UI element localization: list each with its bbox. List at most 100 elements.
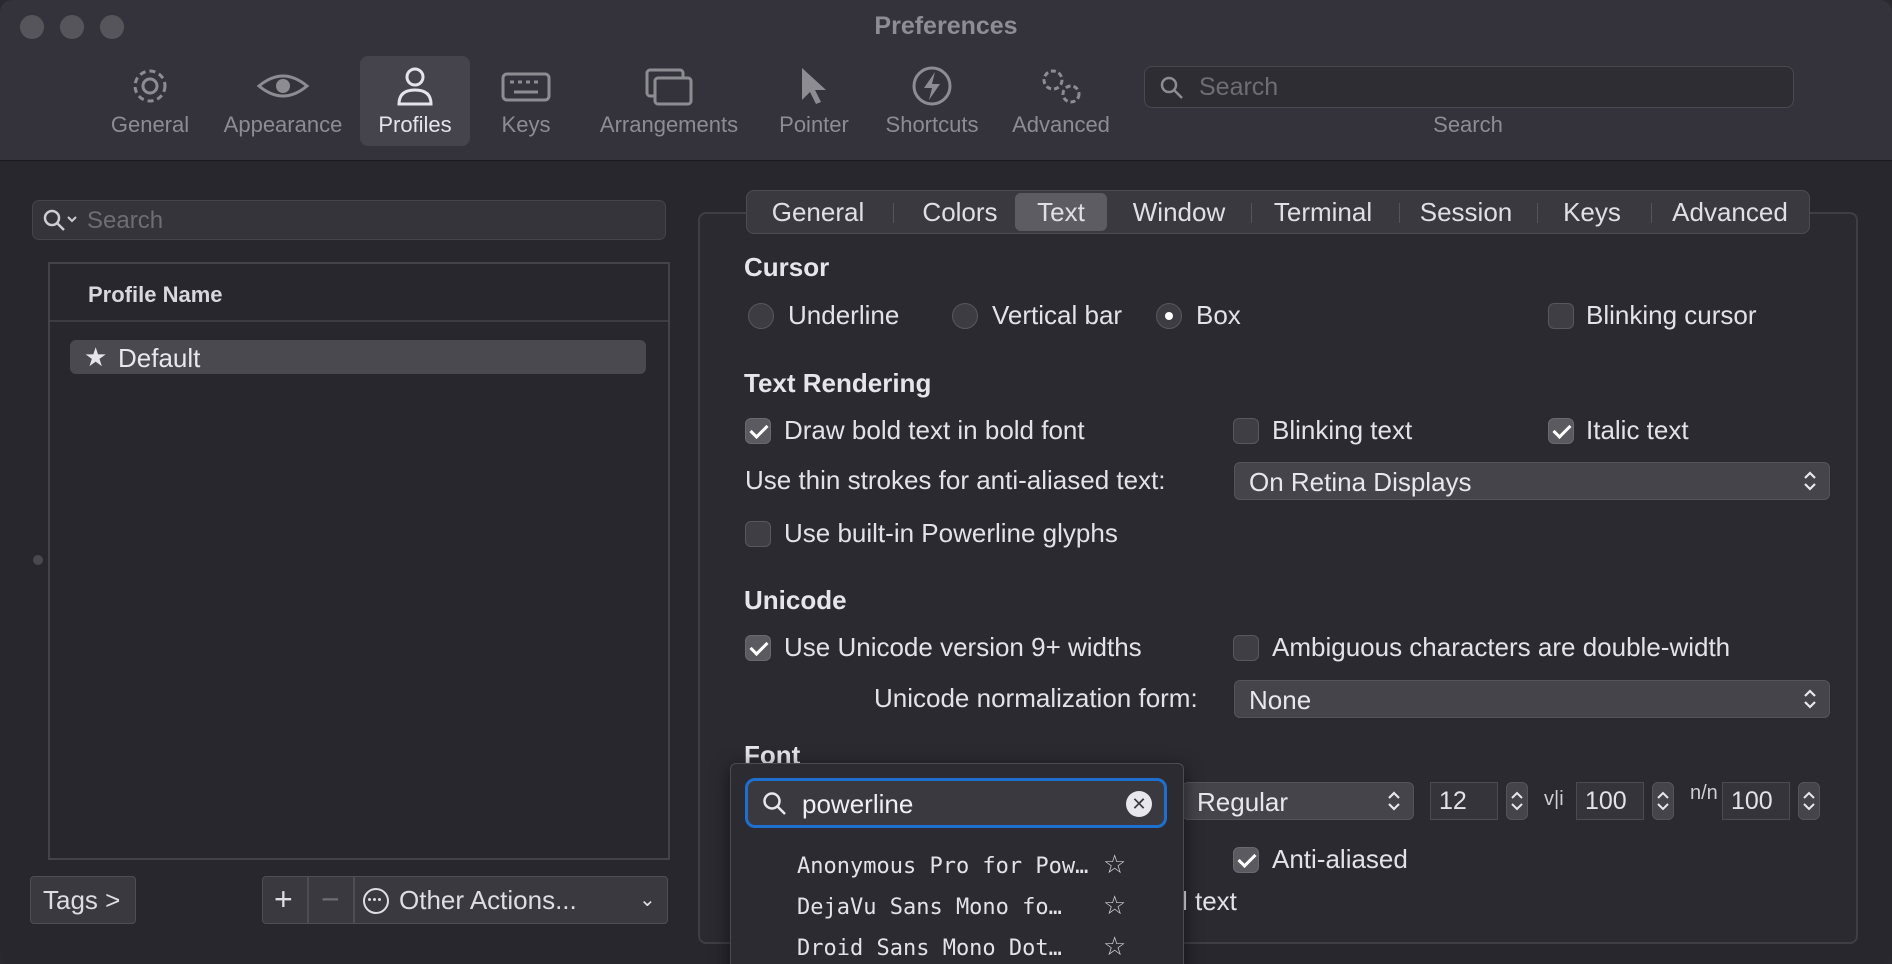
stepper-arrows-icon [1511, 791, 1523, 811]
cursor-box-radio[interactable] [1156, 303, 1182, 329]
ellipsis-circle-icon [363, 888, 389, 914]
splitter-handle[interactable] [33, 555, 43, 565]
toolbar-appearance[interactable]: Appearance [214, 56, 352, 146]
cursor-underline-label: Underline [788, 300, 900, 330]
toolbar-search-input[interactable] [1197, 71, 1781, 103]
add-icon: + [274, 881, 293, 917]
tab-window[interactable]: Window [1113, 191, 1245, 233]
font-search-input[interactable] [800, 787, 1104, 821]
clear-search-icon[interactable]: ✕ [1126, 791, 1152, 817]
font-result-item[interactable]: Droid Sans Mono Dot… ☆ [797, 928, 1177, 964]
profile-search-field[interactable] [32, 200, 666, 240]
profile-row-default[interactable]: ★ Default [70, 340, 646, 374]
font-size-stepper[interactable] [1506, 782, 1528, 820]
search-icon [763, 792, 786, 815]
cursor-underline-radio[interactable] [748, 303, 774, 329]
preferences-window: Preferences General Appearance Profiles … [0, 0, 1892, 964]
tags-button-label: Tags > [43, 885, 121, 915]
thin-strokes-popup[interactable]: On Retina Displays [1234, 462, 1830, 500]
toolbar-general-label: General [110, 112, 190, 137]
blinking-cursor-label: Blinking cursor [1586, 300, 1757, 330]
profile-name: Default [118, 343, 201, 373]
vertical-spacing-field[interactable]: 100 [1722, 782, 1790, 820]
star-icon: ★ [84, 342, 108, 372]
star-outline-icon[interactable]: ☆ [1103, 891, 1126, 921]
lightning-icon [912, 66, 952, 106]
keyboard-icon [501, 72, 551, 102]
settings-tab-bar: General Colors Text Window Terminal Sess… [746, 190, 1810, 234]
tags-button[interactable]: Tags > [30, 876, 136, 924]
tab-advanced[interactable]: Advanced [1653, 191, 1807, 233]
font-picker-popover: ✕ Anonymous Pro for Pow… ☆ DejaVu Sans M… [730, 763, 1184, 964]
up-down-chevron-icon [1804, 689, 1816, 709]
search-icon [1160, 76, 1183, 99]
horizontal-spacing-value: 100 [1585, 787, 1627, 815]
font-size-field[interactable]: 12 [1430, 782, 1498, 820]
cursor-heading: Cursor [744, 252, 830, 282]
toolbar-arrangements[interactable]: Arrangements [584, 56, 754, 146]
tab-terminal[interactable]: Terminal [1253, 191, 1393, 233]
star-outline-icon[interactable]: ☆ [1103, 932, 1126, 962]
window-title: Preferences [874, 12, 1018, 40]
pointer-icon [802, 68, 826, 104]
toolbar-pointer[interactable]: Pointer [768, 56, 860, 146]
person-icon [397, 67, 433, 106]
unicode-widths-label: Use Unicode version 9+ widths [784, 632, 1142, 662]
tab-general[interactable]: General [747, 191, 889, 233]
toolbar-advanced[interactable]: Advanced [1002, 56, 1120, 146]
tab-session[interactable]: Session [1401, 191, 1531, 233]
horizontal-spacing-field[interactable]: 100 [1576, 782, 1644, 820]
add-profile-button[interactable]: + [262, 876, 308, 924]
normalization-value: None [1249, 685, 1312, 715]
unicode-heading: Unicode [744, 585, 847, 615]
up-down-chevron-icon [1388, 791, 1400, 811]
tab-keys[interactable]: Keys [1539, 191, 1645, 233]
cursor-vertical-bar-radio[interactable] [952, 303, 978, 329]
anti-aliased-label: Anti-aliased [1272, 844, 1408, 874]
normalization-popup[interactable]: None [1234, 680, 1830, 718]
ambiguous-width-checkbox[interactable] [1233, 635, 1259, 661]
toolbar-profiles[interactable]: Profiles [360, 56, 470, 146]
toolbar-profiles-label: Profiles [378, 112, 452, 137]
thin-strokes-label: Use thin strokes for anti-aliased text: [745, 465, 1166, 495]
toolbar-pointer-label: Pointer [779, 112, 849, 137]
font-result-name: DejaVu Sans Mono fo… [797, 895, 1062, 920]
gears-icon [1042, 69, 1081, 104]
other-actions-button[interactable]: Other Actions... ⌄ [354, 876, 668, 924]
vertical-spacing-value: 100 [1731, 787, 1773, 815]
remove-icon: − [321, 881, 340, 917]
toolbar-keys[interactable]: Keys [484, 56, 568, 146]
bold-font-checkbox[interactable] [745, 418, 771, 444]
search-icon [43, 209, 77, 231]
toolbar-general[interactable]: General [100, 56, 200, 146]
font-result-item[interactable]: DejaVu Sans Mono fo… ☆ [797, 887, 1177, 927]
font-weight-popup[interactable]: Regular [1182, 782, 1414, 820]
unicode-widths-checkbox[interactable] [745, 635, 771, 661]
toolbar-shortcuts[interactable]: Shortcuts [874, 56, 990, 146]
toolbar-keys-label: Keys [501, 112, 551, 137]
font-weight-value: Regular [1197, 787, 1289, 817]
blinking-cursor-checkbox[interactable] [1548, 303, 1574, 329]
horizontal-spacing-stepper[interactable] [1652, 782, 1674, 820]
profile-search-input[interactable] [85, 205, 649, 237]
tab-colors[interactable]: Colors [895, 191, 1025, 233]
normalization-label: Unicode normalization form: [874, 683, 1198, 713]
italic-text-checkbox[interactable] [1548, 418, 1574, 444]
powerline-glyphs-checkbox[interactable] [745, 521, 771, 547]
blinking-text-label: Blinking text [1272, 415, 1413, 445]
tab-text[interactable]: Text [1015, 193, 1107, 231]
star-outline-icon[interactable]: ☆ [1103, 850, 1126, 880]
vertical-spacing-stepper[interactable] [1798, 782, 1820, 820]
toolbar-search-field[interactable] [1144, 66, 1794, 108]
anti-aliased-checkbox[interactable] [1233, 847, 1259, 873]
font-result-item[interactable]: Anonymous Pro for Pow… ☆ [797, 846, 1177, 886]
remove-profile-button[interactable]: − [308, 876, 354, 924]
blinking-text-checkbox[interactable] [1233, 418, 1259, 444]
profile-table-header[interactable]: Profile Name [50, 264, 668, 322]
bold-font-label: Draw bold text in bold font [784, 415, 1085, 445]
toolbar-advanced-label: Advanced [1012, 112, 1110, 137]
font-search-field[interactable]: ✕ [745, 778, 1167, 828]
text-rendering-heading: Text Rendering [744, 368, 932, 398]
eye-icon [256, 74, 310, 98]
toolbar: Preferences General Appearance Profiles … [0, 0, 1892, 161]
